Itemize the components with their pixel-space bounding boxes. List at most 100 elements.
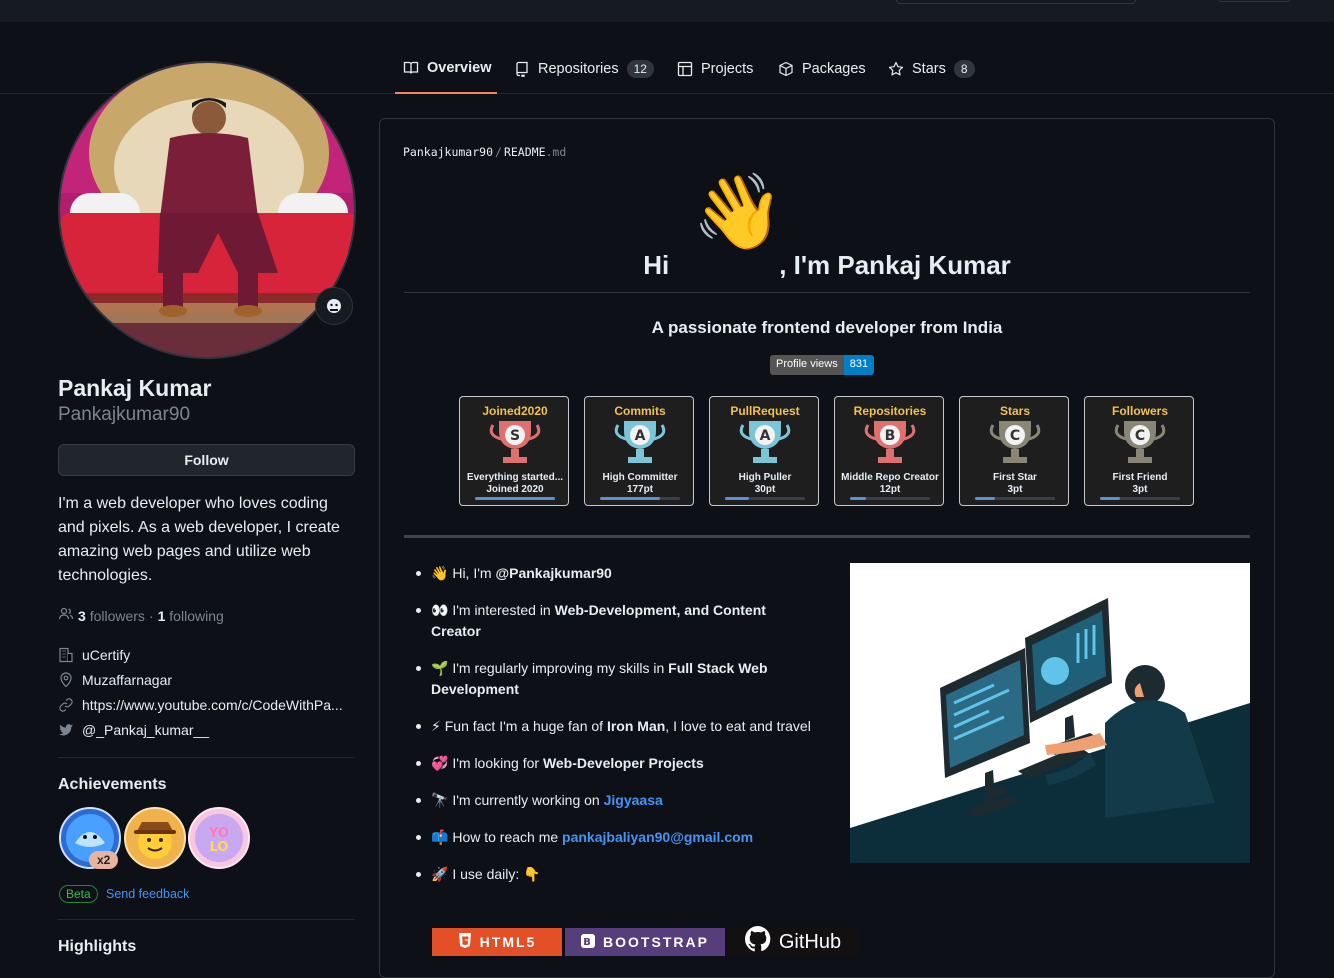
link-icon bbox=[58, 697, 74, 713]
status-icon[interactable] bbox=[315, 287, 353, 325]
stars-count-badge: 8 bbox=[953, 60, 975, 78]
sidebar-divider bbox=[58, 757, 355, 758]
repo-count-badge: 12 bbox=[626, 60, 654, 78]
heading-hi: Hi bbox=[643, 250, 670, 280]
tab-overview[interactable]: Overview bbox=[395, 44, 497, 94]
trophy-progress bbox=[600, 497, 680, 500]
trophy-points: Joined 2020 bbox=[486, 484, 544, 495]
trophy-desc: High Puller bbox=[738, 472, 792, 483]
achievement-yolo-icon[interactable]: YO LO bbox=[188, 807, 250, 869]
building-icon bbox=[58, 647, 74, 663]
item-text: I'm interested in bbox=[448, 602, 555, 618]
sidebar-divider bbox=[58, 919, 355, 920]
skill-label: GitHub bbox=[778, 930, 842, 953]
readme-file: README bbox=[503, 145, 546, 159]
item-text: , I love to eat and travel bbox=[665, 718, 811, 734]
trophy-points: 3pt bbox=[1007, 484, 1023, 495]
views-count: 831 bbox=[843, 355, 875, 375]
trophy-title: PullRequest bbox=[730, 404, 800, 418]
trophy-title: Followers bbox=[1111, 404, 1168, 418]
follow-stats: 3 followers · 1 following bbox=[58, 606, 224, 625]
bootstrap-icon: B bbox=[581, 933, 596, 951]
profile-bio: I'm a web developer who loves coding and… bbox=[58, 495, 340, 584]
trophy-title: Commits bbox=[614, 404, 666, 418]
achievement-multiplier-badge: x2 bbox=[89, 851, 119, 869]
profile-views-badge[interactable]: Profile views 831 bbox=[770, 355, 875, 375]
package-icon bbox=[778, 61, 794, 77]
table-icon bbox=[677, 61, 693, 77]
twitter-link[interactable]: @_Pankaj_kumar__ bbox=[82, 722, 209, 738]
list-item: 📫 How to reach me pankajbaliyan90@gmail.… bbox=[414, 827, 814, 848]
search-input[interactable] bbox=[896, 0, 1136, 4]
followers-count: 3 bbox=[78, 607, 86, 624]
tab-label: Repositories bbox=[538, 61, 619, 77]
follow-button[interactable]: Follow bbox=[58, 444, 355, 476]
header-button[interactable] bbox=[1218, 0, 1290, 2]
trophy-progress bbox=[850, 497, 930, 500]
company-name: uCertify bbox=[82, 647, 131, 663]
mailbox-icon: 📫 bbox=[431, 829, 449, 845]
trophy-card: PullRequest A High Puller 30pt bbox=[709, 396, 819, 506]
beta-label: Beta bbox=[59, 885, 98, 903]
trophy-card: Stars C First Star 3pt bbox=[959, 396, 1069, 506]
svg-text:YO: YO bbox=[208, 826, 229, 841]
heading-name: , I'm Pankaj Kumar bbox=[779, 250, 1011, 280]
tab-packages[interactable]: Packages bbox=[770, 44, 874, 94]
star-icon bbox=[888, 61, 904, 77]
lightning-icon: ⚡ bbox=[431, 718, 441, 734]
avatar[interactable] bbox=[58, 61, 356, 359]
following-label: following bbox=[169, 607, 224, 624]
tab-projects[interactable]: Projects bbox=[669, 44, 761, 94]
trophy-card: Commits A High Committer 177pt bbox=[584, 396, 694, 506]
send-feedback-link[interactable]: Send feedback bbox=[106, 887, 189, 901]
book-icon bbox=[403, 60, 419, 76]
tab-repositories[interactable]: Repositories 12 bbox=[506, 44, 662, 94]
separator-dot: · bbox=[148, 607, 154, 624]
list-item: 👀 I'm interested in Web-Development, and… bbox=[414, 600, 814, 642]
waving-hand-icon: 👋 bbox=[692, 170, 785, 253]
achievement-quickdraw-icon[interactable] bbox=[124, 807, 186, 869]
list-item: 🌱 I'm regularly improving my skills in F… bbox=[414, 658, 814, 700]
vcard-website: https://www.youtube.com/c/CodeWithPa... bbox=[58, 697, 358, 713]
developer-illustration bbox=[850, 563, 1250, 863]
trophy-rank: S bbox=[510, 428, 520, 444]
email-link[interactable]: pankajbaliyan90@gmail.com bbox=[562, 829, 753, 845]
readme-heading: Hi , I'm Pankaj Kumar bbox=[404, 250, 1250, 281]
item-text: I use daily: bbox=[448, 866, 524, 882]
trophy-desc: First Friend bbox=[1112, 472, 1168, 483]
telescope-icon: 🔭 bbox=[431, 792, 449, 808]
list-item: ⚡ Fun fact I'm a huge fan of Iron Man, I… bbox=[414, 716, 814, 737]
seedling-icon: 🌱 bbox=[431, 660, 449, 676]
svg-text:LO: LO bbox=[210, 840, 229, 855]
trophy-icon: B bbox=[864, 421, 916, 463]
item-text: How to reach me bbox=[448, 829, 563, 845]
project-link[interactable]: Jigyaasa bbox=[604, 792, 663, 808]
website-link[interactable]: https://www.youtube.com/c/CodeWithPa... bbox=[82, 697, 343, 713]
following-link[interactable]: 1 following bbox=[158, 608, 224, 624]
trophy-desc: Everything started... bbox=[466, 472, 564, 483]
trophy-card: Repositories B Middle Repo Creator 12pt bbox=[834, 396, 944, 506]
skill-label: BOOTSTRAP bbox=[603, 934, 709, 950]
repo-icon bbox=[514, 61, 530, 77]
section-rule bbox=[404, 535, 1250, 538]
hearts-icon: 💞️ bbox=[431, 755, 449, 771]
tab-label: Packages bbox=[802, 61, 866, 77]
trophy-desc: First Star bbox=[993, 472, 1037, 483]
svg-text:B: B bbox=[583, 937, 593, 948]
trophy-progress bbox=[975, 497, 1055, 500]
tab-label: Projects bbox=[701, 61, 754, 77]
item-bold: Iron Man bbox=[606, 718, 666, 734]
tab-stars[interactable]: Stars 8 bbox=[880, 44, 983, 94]
trophy-progress bbox=[1100, 497, 1180, 500]
readme-owner-link[interactable]: Pankajkumar90 bbox=[403, 145, 493, 159]
followers-link[interactable]: 3 followers bbox=[78, 608, 145, 624]
following-count: 1 bbox=[157, 607, 166, 624]
trophy-icon: A bbox=[739, 421, 791, 463]
trophy-rank: B bbox=[885, 428, 896, 444]
item-bold: @Pankajkumar90 bbox=[495, 565, 612, 581]
trophy-progress bbox=[475, 497, 555, 500]
vcard-twitter: @_Pankaj_kumar__ bbox=[58, 722, 358, 738]
vcard-location: Muzaffarnagar bbox=[58, 672, 358, 688]
trophy-progress bbox=[725, 497, 805, 500]
trophy-card: Followers C First Friend 3pt bbox=[1084, 396, 1194, 506]
